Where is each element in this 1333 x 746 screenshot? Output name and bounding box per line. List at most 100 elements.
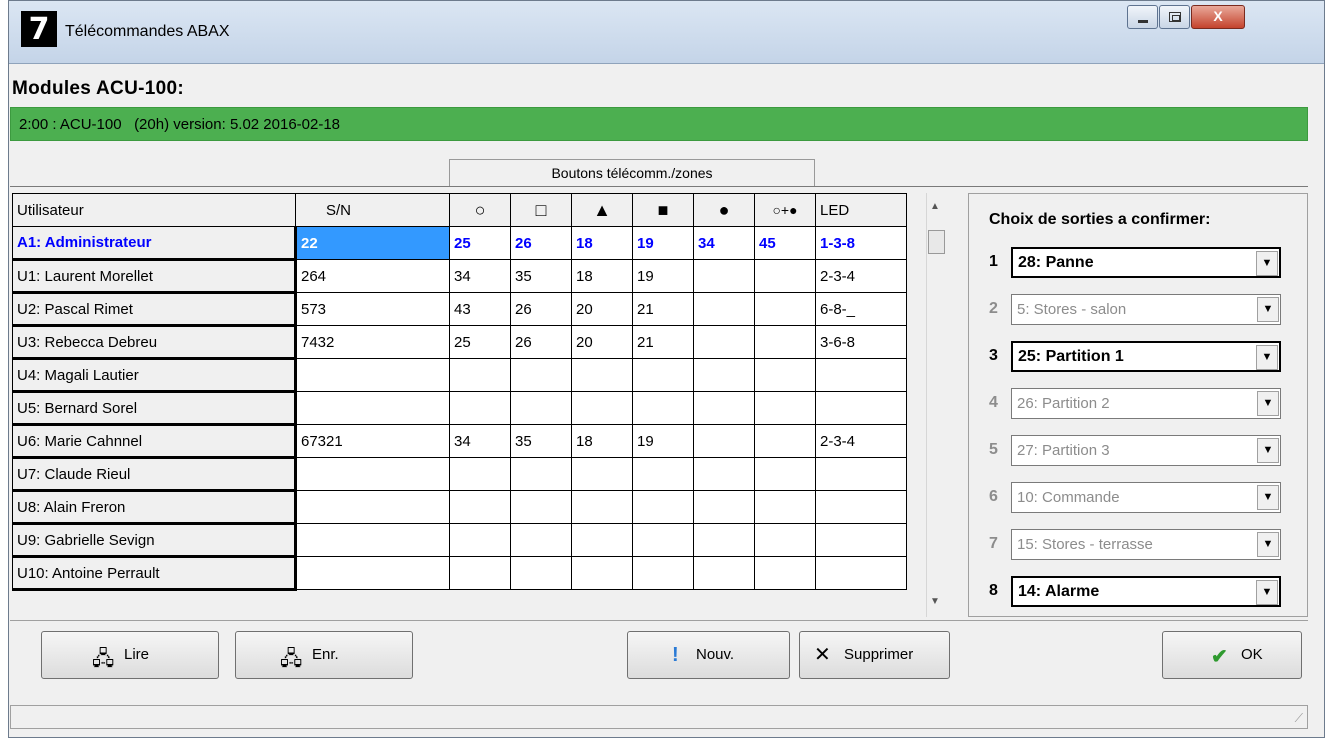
chevron-down-icon[interactable]: ▼ [1257, 391, 1279, 416]
table-row[interactable]: U2: Pascal Rimet 573 43 26 20 21 6-8-_ [12, 292, 907, 327]
cell-b6[interactable] [754, 457, 816, 491]
close-button[interactable]: X [1191, 5, 1245, 29]
user-name-cell[interactable]: U8: Alain Freron [12, 490, 297, 525]
chevron-down-icon[interactable]: ▼ [1256, 345, 1278, 370]
user-name-cell[interactable]: U6: Marie Cahnnel [12, 424, 297, 459]
chevron-down-icon[interactable]: ▼ [1257, 485, 1279, 510]
col-header-sn[interactable]: S/N [295, 193, 450, 227]
cell-b6[interactable] [754, 358, 816, 392]
module-info-bar[interactable]: 2:00 : ACU-100 (20h) version: 5.02 2016-… [10, 107, 1308, 141]
col-header-triangle-icon[interactable]: ▲ [571, 193, 633, 227]
cell-b6[interactable] [754, 259, 816, 293]
cell-b4[interactable]: 19 [632, 424, 694, 458]
cell-b3[interactable]: 18 [571, 226, 633, 260]
chevron-down-icon[interactable]: ▼ [1257, 532, 1279, 557]
table-row[interactable]: U1: Laurent Morellet 264 34 35 18 19 2-3-4 [12, 259, 907, 294]
cell-b5[interactable]: 34 [693, 226, 755, 260]
cell-led[interactable] [815, 391, 907, 425]
user-name-cell[interactable]: U4: Magali Lautier [12, 358, 297, 393]
user-name-cell[interactable]: U10: Antoine Perrault [12, 556, 297, 591]
cell-b2[interactable] [510, 358, 572, 392]
col-header-filled-square-icon[interactable]: ■ [632, 193, 694, 227]
cell-b4[interactable] [632, 556, 694, 590]
cell-b5[interactable] [693, 292, 755, 326]
scroll-down-icon[interactable]: ▼ [930, 596, 940, 607]
cell-b5[interactable] [693, 325, 755, 359]
user-name-cell[interactable]: A1: Administrateur [12, 226, 297, 261]
cell-b2[interactable]: 35 [510, 424, 572, 458]
cell-b2[interactable]: 26 [510, 292, 572, 326]
cell-b5[interactable] [693, 523, 755, 557]
cell-led[interactable] [815, 523, 907, 557]
delete-button[interactable]: ✕ Supprimer [799, 631, 950, 679]
cell-sn[interactable] [295, 457, 450, 491]
cell-sn[interactable] [295, 391, 450, 425]
cell-b4[interactable] [632, 457, 694, 491]
cell-led[interactable] [815, 457, 907, 491]
col-header-user[interactable]: Utilisateur [12, 193, 296, 227]
cell-b3[interactable] [571, 523, 633, 557]
cell-b2[interactable]: 26 [510, 226, 572, 260]
output-select[interactable]: 14: Alarme ▼ [1011, 576, 1281, 607]
cell-b3[interactable] [571, 457, 633, 491]
chevron-down-icon[interactable]: ▼ [1257, 297, 1279, 322]
output-select[interactable]: 10: Commande ▼ [1011, 482, 1281, 513]
cell-b1[interactable]: 43 [449, 292, 511, 326]
cell-sn[interactable]: 67321 [295, 424, 450, 458]
cell-led[interactable] [815, 490, 907, 524]
cell-led[interactable]: 2-3-4 [815, 259, 907, 293]
cell-b1[interactable]: 25 [449, 226, 511, 260]
cell-b3[interactable]: 18 [571, 259, 633, 293]
cell-b6[interactable] [754, 490, 816, 524]
table-row[interactable]: U10: Antoine Perrault [12, 556, 907, 591]
cell-b3[interactable]: 20 [571, 292, 633, 326]
cell-b3[interactable]: 20 [571, 325, 633, 359]
cell-b6[interactable] [754, 556, 816, 590]
cell-sn[interactable] [295, 523, 450, 557]
cell-b6[interactable]: 45 [754, 226, 816, 260]
output-select[interactable]: 28: Panne ▼ [1011, 247, 1281, 278]
cell-b1[interactable] [449, 358, 511, 392]
output-select[interactable]: 27: Partition 3 ▼ [1011, 435, 1281, 466]
title-bar[interactable]: 7 Télécommandes ABAX X [9, 1, 1324, 64]
cell-b6[interactable] [754, 391, 816, 425]
cell-b1[interactable]: 25 [449, 325, 511, 359]
cell-b5[interactable] [693, 259, 755, 293]
cell-led[interactable]: 1-3-8 [815, 226, 907, 260]
cell-sn[interactable]: 264 [295, 259, 450, 293]
col-header-led[interactable]: LED [815, 193, 907, 227]
scroll-up-icon[interactable]: ▲ [930, 201, 940, 212]
cell-b4[interactable] [632, 391, 694, 425]
cell-b5[interactable] [693, 556, 755, 590]
user-name-cell[interactable]: U5: Bernard Sorel [12, 391, 297, 426]
cell-b1[interactable] [449, 490, 511, 524]
chevron-down-icon[interactable]: ▼ [1256, 580, 1278, 605]
output-select[interactable]: 25: Partition 1 ▼ [1011, 341, 1281, 372]
write-button[interactable]: 🖧 Enr. [235, 631, 413, 679]
minimize-button[interactable] [1127, 5, 1158, 29]
cell-b5[interactable] [693, 358, 755, 392]
table-row[interactable]: U8: Alain Freron [12, 490, 907, 525]
read-button[interactable]: 🖧 Lire [41, 631, 219, 679]
chevron-down-icon[interactable]: ▼ [1256, 251, 1278, 276]
cell-b5[interactable] [693, 391, 755, 425]
user-name-cell[interactable]: U7: Claude Rieul [12, 457, 297, 492]
cell-sn[interactable] [295, 556, 450, 590]
cell-b6[interactable] [754, 424, 816, 458]
scroll-thumb[interactable] [928, 230, 945, 254]
cell-b2[interactable] [510, 391, 572, 425]
table-row[interactable]: U6: Marie Cahnnel 67321 34 35 18 19 2-3-4 [12, 424, 907, 459]
user-name-cell[interactable]: U9: Gabrielle Sevign [12, 523, 297, 558]
col-header-combo-icon[interactable]: ○+● [754, 193, 816, 227]
new-button[interactable]: ! Nouv. [627, 631, 790, 679]
table-row[interactable]: U5: Bernard Sorel [12, 391, 907, 426]
cell-b4[interactable]: 21 [632, 292, 694, 326]
cell-sn[interactable] [295, 358, 450, 392]
cell-b4[interactable] [632, 358, 694, 392]
cell-b2[interactable]: 26 [510, 325, 572, 359]
cell-b4[interactable] [632, 523, 694, 557]
cell-b5[interactable] [693, 457, 755, 491]
col-header-square-icon[interactable]: □ [510, 193, 572, 227]
cell-b1[interactable] [449, 523, 511, 557]
table-row[interactable]: U3: Rebecca Debreu 7432 25 26 20 21 3-6-8 [12, 325, 907, 360]
